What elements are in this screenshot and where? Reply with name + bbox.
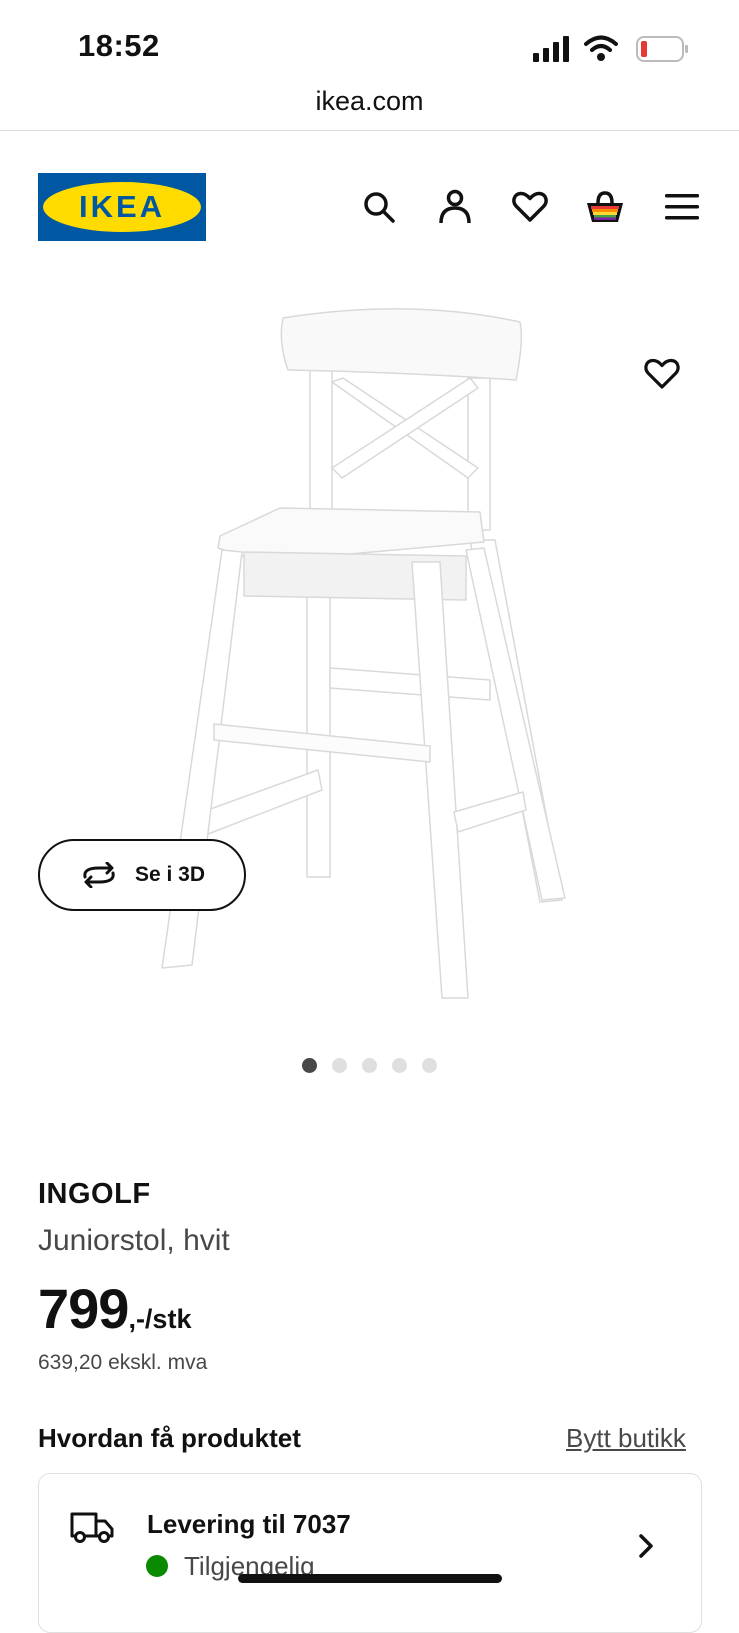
chevron-right-icon[interactable] <box>636 1532 656 1560</box>
price-ex-vat: 639,20 ekskl. mva <box>38 1351 208 1374</box>
add-to-favourites-button[interactable] <box>640 352 684 396</box>
availability-status-dot <box>146 1555 168 1577</box>
account-icon[interactable] <box>433 185 477 229</box>
battery-icon <box>636 36 688 62</box>
gallery-dot[interactable] <box>392 1058 407 1073</box>
product-image[interactable] <box>140 300 600 1030</box>
search-icon[interactable] <box>357 185 401 229</box>
rotate-3d-icon <box>83 862 115 888</box>
fulfillment-title: Hvordan få produktet <box>38 1423 301 1453</box>
divider <box>0 130 739 131</box>
delivery-option-card[interactable] <box>38 1473 702 1633</box>
wifi-icon <box>584 35 618 61</box>
view-3d-label: Se i 3D <box>134 863 206 886</box>
delivery-truck-icon <box>70 1512 114 1543</box>
price: 799 ,-/stk <box>38 1276 191 1341</box>
gallery-pagination <box>0 1058 739 1073</box>
favourites-icon[interactable] <box>508 185 552 229</box>
product-name: INGOLF <box>38 1178 151 1210</box>
gallery-dot[interactable] <box>302 1058 317 1073</box>
view-3d-button[interactable]: Se i 3D <box>38 839 246 911</box>
gallery-dot[interactable] <box>422 1058 437 1073</box>
heart-icon <box>644 358 680 389</box>
signal-icon <box>533 36 569 62</box>
change-store-link[interactable]: Bytt butikk <box>566 1423 686 1454</box>
status-time: 18:52 <box>78 28 160 63</box>
url-bar[interactable]: ikea.com <box>0 86 739 117</box>
price-value: 799 <box>38 1277 129 1340</box>
gallery-dot[interactable] <box>332 1058 347 1073</box>
price-suffix: ,-/stk <box>128 1304 192 1334</box>
logo-text: IKEA <box>78 189 166 224</box>
gallery-dot[interactable] <box>362 1058 377 1073</box>
ikea-logo[interactable]: IKEA <box>38 173 206 241</box>
product-description: Juniorstol, hvit <box>38 1224 230 1257</box>
menu-icon[interactable] <box>660 185 704 229</box>
cart-icon[interactable] <box>583 185 627 229</box>
delivery-title: Levering til 7037 <box>147 1509 351 1539</box>
home-indicator[interactable] <box>238 1574 502 1583</box>
